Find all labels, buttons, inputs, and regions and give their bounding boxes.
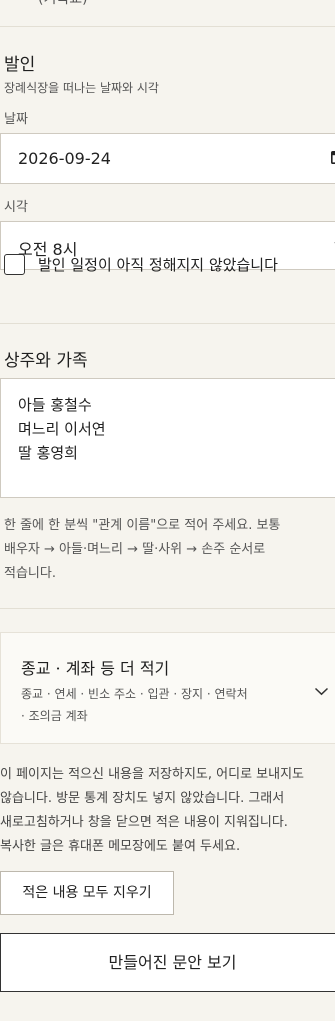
- mourners-help-text: 한 줄에 한 분씩 "관계 이름"으로 적어 주세요. 보통 배우자 → 아들·…: [4, 514, 329, 586]
- clear-all-button[interactable]: 적은 내용 모두 지우기: [0, 871, 174, 915]
- undecided-checkbox[interactable]: [4, 254, 25, 275]
- mourner-line: 딸 홍영희: [18, 444, 78, 462]
- chevron-down-icon: [314, 687, 329, 696]
- more-details-summary: 종교 · 연세 · 빈소 주소 · 입관 · 장지 · 연락처 · 조의금 계좌: [21, 683, 311, 727]
- previous-field-fragment: (기독교): [38, 0, 88, 8]
- summary-line: · 조의금 계좌: [21, 709, 88, 723]
- help-line: 적습니다.: [4, 566, 56, 581]
- notice-line: 이 페이지는 적으신 내용을 저장하지도, 어디로 보내지도: [0, 767, 305, 782]
- divider: [0, 26, 335, 27]
- departure-section-title: 발인: [4, 55, 36, 75]
- privacy-notice: 이 페이지는 적으신 내용을 저장하지도, 어디로 보내지도 않습니다. 방문 …: [0, 763, 335, 859]
- notice-line: 복사한 글은 휴대폰 메모장에도 붙여 두세요.: [0, 839, 241, 854]
- preview-button[interactable]: 만들어진 문안 보기: [0, 933, 335, 992]
- help-line: 배우자 → 아들·며느리 → 딸·사위 → 손주 순서로: [4, 542, 266, 557]
- mourners-section-title: 상주와 가족: [4, 351, 88, 371]
- mourners-textarea[interactable]: 아들 홍철수 며느리 이서연 딸 홍영희: [0, 378, 335, 498]
- time-label: 시각: [4, 200, 28, 215]
- mourner-line: 며느리 이서연: [18, 420, 106, 438]
- more-details-title: 종교 · 계좌 등 더 적기: [21, 659, 170, 678]
- undecided-label[interactable]: 발인 일정이 아직 정해지지 않았습니다: [38, 254, 278, 275]
- more-details-toggle[interactable]: 종교 · 계좌 등 더 적기 종교 · 연세 · 빈소 주소 · 입관 · 장지…: [0, 632, 335, 744]
- date-value: 2026-09-24: [18, 149, 111, 168]
- date-label: 날짜: [4, 112, 28, 127]
- mourner-line: 아들 홍철수: [18, 396, 92, 414]
- departure-hint: 장례식장을 떠나는 날짜와 시각: [4, 81, 159, 95]
- help-line: 한 줄에 한 분씩 "관계 이름"으로 적어 주세요. 보통: [4, 518, 281, 533]
- divider: [0, 608, 335, 609]
- notice-line: 않습니다. 방문 통계 장치도 넣지 않았습니다. 그래서: [0, 791, 285, 806]
- divider: [0, 323, 335, 324]
- date-input[interactable]: 2026-09-24: [0, 133, 335, 184]
- calendar-icon[interactable]: [331, 150, 335, 164]
- notice-line: 새로고침하거나 창을 닫으면 적은 내용이 지워집니다.: [0, 815, 288, 830]
- summary-line: 종교 · 연세 · 빈소 주소 · 입관 · 장지 · 연락처: [21, 687, 248, 701]
